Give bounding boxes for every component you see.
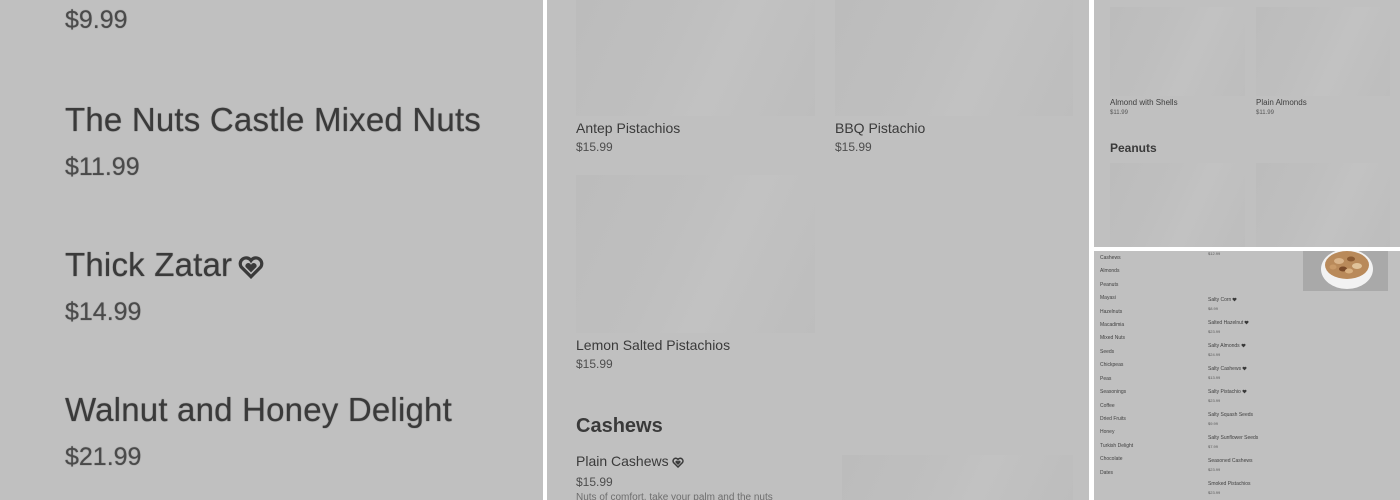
product-image-placeholder[interactable]	[842, 455, 1073, 500]
category-link[interactable]: Peas	[1100, 376, 1111, 382]
item-name: The Nuts Castle Mixed Nuts	[65, 101, 482, 138]
product-name[interactable]: Smoked Pistachios	[1208, 481, 1251, 487]
product-name-row[interactable]: Salty Pistachio	[1208, 389, 1247, 395]
product-price: $15.99	[835, 140, 872, 154]
product-name-row[interactable]: Salty Corn	[1208, 297, 1237, 303]
favorite-heart-icon	[1242, 366, 1247, 371]
section-title-peanuts: Peanuts	[1110, 141, 1157, 155]
product-image-placeholder[interactable]	[1110, 7, 1245, 96]
product-price: $11.99	[1256, 110, 1274, 116]
category-link[interactable]: Peanuts	[1100, 282, 1118, 288]
product-name: Salty Pistachio	[1208, 389, 1241, 395]
category-link[interactable]: Chocolate	[1100, 456, 1123, 462]
category-link[interactable]: Chickpeas	[1100, 362, 1123, 368]
product-name[interactable]: Almond with Shells	[1110, 98, 1178, 107]
product-image-placeholder[interactable]	[1110, 163, 1245, 247]
category-link[interactable]: Coffee	[1100, 403, 1115, 409]
menu-item[interactable]: Thick Zatar $14.99	[65, 246, 264, 327]
product-name-row[interactable]: Salty Almonds	[1208, 343, 1246, 349]
product-image-placeholder[interactable]	[576, 0, 815, 116]
product-price: $13.99	[1208, 375, 1221, 380]
product-price: $7.99	[1208, 444, 1219, 449]
product-name: Salted Hazelnut	[1208, 320, 1244, 326]
product-name[interactable]: Lemon Salted Pistachios	[576, 337, 730, 353]
product-image-placeholder[interactable]	[1256, 7, 1390, 96]
zoomed-menu-panel: $9.99 The Nuts Castle Mixed Nuts $11.99 …	[0, 0, 543, 500]
category-link[interactable]: Seeds	[1100, 349, 1114, 355]
category-link[interactable]: Seasonings	[1100, 389, 1126, 395]
product-name-row[interactable]: Plain Cashews	[576, 453, 684, 469]
product-name: Salty Almonds	[1208, 343, 1240, 349]
menu-item[interactable]: Walnut and Honey Delight $21.99	[65, 391, 452, 472]
product-price: $15.99	[576, 357, 613, 371]
item-price: $14.99	[65, 298, 142, 326]
category-link[interactable]: Cashews	[1100, 255, 1121, 261]
item-price: $21.99	[65, 443, 142, 471]
product-price: $23.99	[1208, 467, 1221, 472]
favorite-heart-icon	[1242, 389, 1247, 394]
product-name[interactable]: Seasoned Cashews	[1208, 458, 1252, 464]
product-price: $9.99	[1208, 421, 1219, 426]
product-price: $23.99	[1208, 329, 1221, 334]
product-price: $8.99	[1208, 306, 1219, 311]
category-link[interactable]: Hazelnuts	[1100, 309, 1122, 315]
product-name[interactable]: Plain Almonds	[1256, 98, 1307, 107]
category-link[interactable]: Almonds	[1100, 268, 1119, 274]
item-name: Thick Zatar	[65, 246, 233, 283]
product-name[interactable]: Antep Pistachios	[576, 120, 680, 136]
product-price: $24.99	[1208, 352, 1221, 357]
product-image-placeholder[interactable]	[835, 0, 1073, 116]
product-name: Plain Cashews	[576, 453, 669, 469]
product-price: $12.99	[1208, 251, 1221, 256]
product-name[interactable]: Salty Sunflower Seeds	[1208, 435, 1258, 441]
category-link[interactable]: Dried Fruits	[1100, 416, 1126, 422]
product-price: $23.99	[1208, 398, 1221, 403]
overview-panel: Cashews Almonds Peanuts Mayasi Hazelnuts…	[1094, 251, 1400, 500]
category-link[interactable]: Mixed Nuts	[1100, 335, 1125, 341]
item-price: $11.99	[65, 153, 140, 181]
product-price: $15.99	[576, 475, 613, 489]
product-name[interactable]: BBQ Pistachio	[835, 120, 925, 136]
product-name-row[interactable]: Salted Hazelnut	[1208, 320, 1249, 326]
category-link[interactable]: Honey	[1100, 429, 1114, 435]
category-link[interactable]: Mayasi	[1100, 295, 1116, 301]
category-link[interactable]: Dates	[1100, 470, 1113, 476]
screenshot-canvas: $9.99 The Nuts Castle Mixed Nuts $11.99 …	[0, 0, 1400, 500]
mixed-nuts-bowl-image[interactable]	[1303, 251, 1388, 291]
favorite-heart-icon	[1232, 297, 1237, 302]
product-name-row[interactable]: Salty Cashews	[1208, 366, 1247, 372]
menu-item[interactable]: The Nuts Castle Mixed Nuts $11.99	[65, 101, 481, 182]
product-image-placeholder[interactable]	[1256, 163, 1390, 247]
section-title-cashews: Cashews	[576, 415, 663, 437]
product-grid-panel: Antep Pistachios $15.99 BBQ Pistachio $1…	[547, 0, 1089, 500]
category-link[interactable]: Turkish Delight	[1100, 443, 1133, 449]
product-name: Salty Corn	[1208, 297, 1232, 303]
product-description: Nuts of comfort, take your palm and the …	[576, 492, 773, 500]
favorite-heart-icon	[1244, 320, 1249, 325]
product-name[interactable]: Salty Squash Seeds	[1208, 412, 1253, 418]
product-image-placeholder[interactable]	[576, 175, 815, 333]
product-price: $15.99	[576, 140, 613, 154]
favorite-heart-icon	[671, 457, 684, 468]
item-name-row: Thick Zatar	[65, 246, 264, 284]
product-price: $11.99	[1110, 110, 1128, 116]
category-link[interactable]: Macadimia	[1100, 322, 1124, 328]
favorite-heart-icon	[1241, 343, 1246, 348]
almonds-panel: Almond with Shells $11.99 Plain Almonds …	[1094, 0, 1400, 247]
item-name: Walnut and Honey Delight	[65, 391, 452, 428]
menu-item-partial[interactable]: $9.99	[65, 6, 128, 35]
product-price: $23.99	[1208, 490, 1221, 495]
item-price: $9.99	[65, 6, 128, 34]
product-name: Salty Cashews	[1208, 366, 1242, 372]
favorite-heart-icon	[238, 256, 264, 280]
